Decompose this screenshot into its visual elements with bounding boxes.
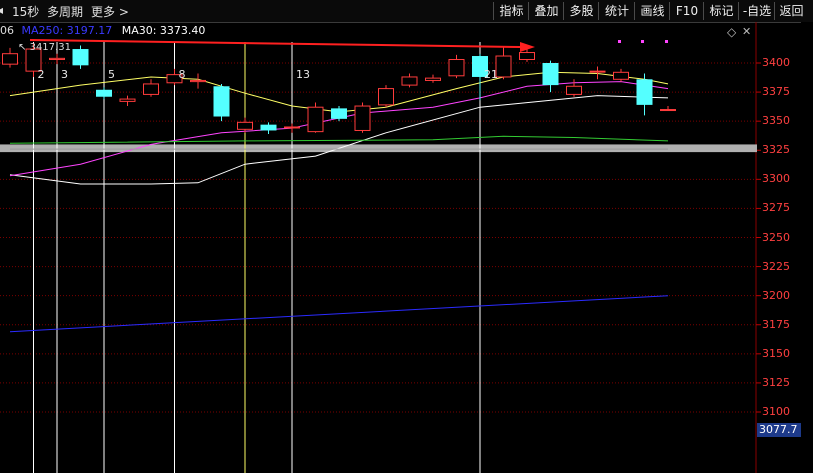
price-label: 3125 xyxy=(762,375,790,389)
price-label: 3250 xyxy=(762,230,790,244)
marker-dot xyxy=(665,40,668,43)
candle-body xyxy=(495,55,512,78)
marker-dot xyxy=(618,40,621,43)
candle-body xyxy=(213,86,230,117)
ma30-value: MA30: 3373.40 xyxy=(121,24,206,37)
support-band xyxy=(0,144,757,153)
count-label: 3 xyxy=(61,68,68,81)
price-label: 3275 xyxy=(762,201,790,215)
diamond-icon[interactable]: ◇ xyxy=(727,25,736,39)
count-label: 2 xyxy=(37,68,45,81)
top-toolbar: ◂ 15秒 多周期 更多 > 指标 叠加 多股 统计 画线 F10 标记 -自选 返回 xyxy=(0,0,813,23)
more-menu[interactable]: 更多 > xyxy=(91,3,129,20)
candle-body xyxy=(401,76,418,86)
candle-body xyxy=(96,89,112,97)
candle-body xyxy=(378,88,394,106)
toolbar-button-2[interactable]: 多股 xyxy=(563,2,599,20)
price-label: 3325 xyxy=(762,143,790,157)
candle-body xyxy=(425,77,441,81)
indicator-prefix: 06 xyxy=(0,24,14,37)
toolbar-button-4[interactable]: 画线 xyxy=(634,2,670,20)
candle-body xyxy=(284,126,300,129)
candle-body xyxy=(260,124,277,131)
trend-arrowhead xyxy=(520,42,535,52)
candle-body xyxy=(660,109,676,112)
period-selector[interactable]: 15秒 xyxy=(12,3,39,20)
price-label: 3225 xyxy=(762,259,790,273)
ma-line-5 xyxy=(9,295,669,333)
candle-body xyxy=(307,106,324,133)
count-label: 8 xyxy=(178,68,186,81)
ma-line-0 xyxy=(9,95,669,185)
candle-body xyxy=(72,49,89,66)
toolbar-button-0[interactable]: 指标 xyxy=(493,2,529,20)
multi-period-button[interactable]: 多周期 xyxy=(47,3,83,20)
price-label: 3400 xyxy=(762,56,790,69)
price-label: 3300 xyxy=(762,172,790,186)
back-arrow-icon[interactable]: ◂ xyxy=(0,3,3,17)
candle-body xyxy=(519,52,535,61)
count-label: 21 xyxy=(484,68,498,81)
toolbar-button-5[interactable]: F10 xyxy=(669,2,704,20)
price-label: 3375 xyxy=(762,85,790,99)
marker-dot xyxy=(641,40,644,43)
candle-body xyxy=(589,70,606,73)
candlestick-chart[interactable] xyxy=(0,0,813,473)
candle-body xyxy=(542,63,559,86)
candle-body xyxy=(331,108,347,119)
candle-body xyxy=(119,98,136,102)
candle-body xyxy=(237,121,253,130)
candle-body xyxy=(143,83,159,95)
trend-arrow xyxy=(29,39,521,48)
close-icon[interactable]: ✕ xyxy=(742,25,751,38)
count-label: 5 xyxy=(108,68,115,81)
candle-body xyxy=(2,53,18,65)
toolbar-button-8[interactable]: 返回 xyxy=(774,2,808,20)
candle-body xyxy=(49,57,65,61)
high-price-label: ↖ 3417.31 xyxy=(18,42,71,53)
ma-line-3 xyxy=(9,135,669,144)
toolbar-button-1[interactable]: 叠加 xyxy=(528,2,564,20)
candle-body xyxy=(448,59,465,77)
price-label: 3150 xyxy=(762,346,790,360)
toolbar-button-3[interactable]: 统计 xyxy=(598,2,635,20)
candle-body xyxy=(190,79,206,83)
candle-body xyxy=(636,79,653,105)
price-label: 3175 xyxy=(762,317,790,331)
candle-body xyxy=(613,71,629,80)
price-label: 3100 xyxy=(762,405,790,418)
candle-body xyxy=(566,85,582,95)
indicator-info: 06 MA250: 3197.17 MA30: 3373.40 xyxy=(0,24,205,37)
ma-line-2 xyxy=(9,81,669,177)
count-label: 13 xyxy=(296,68,310,81)
right-scrollbar[interactable] xyxy=(801,22,813,473)
current-price-tag: 3077.7 xyxy=(757,423,803,437)
price-label: 3200 xyxy=(762,288,790,302)
candle-body xyxy=(354,105,371,131)
ma250-value: MA250: 3197.17 xyxy=(21,24,113,37)
price-label: 3350 xyxy=(762,114,790,128)
toolbar-button-6[interactable]: 标记 xyxy=(703,2,739,20)
toolbar-button-7[interactable]: -自选 xyxy=(738,2,775,20)
high-marker-icon: ↖ xyxy=(18,42,27,53)
